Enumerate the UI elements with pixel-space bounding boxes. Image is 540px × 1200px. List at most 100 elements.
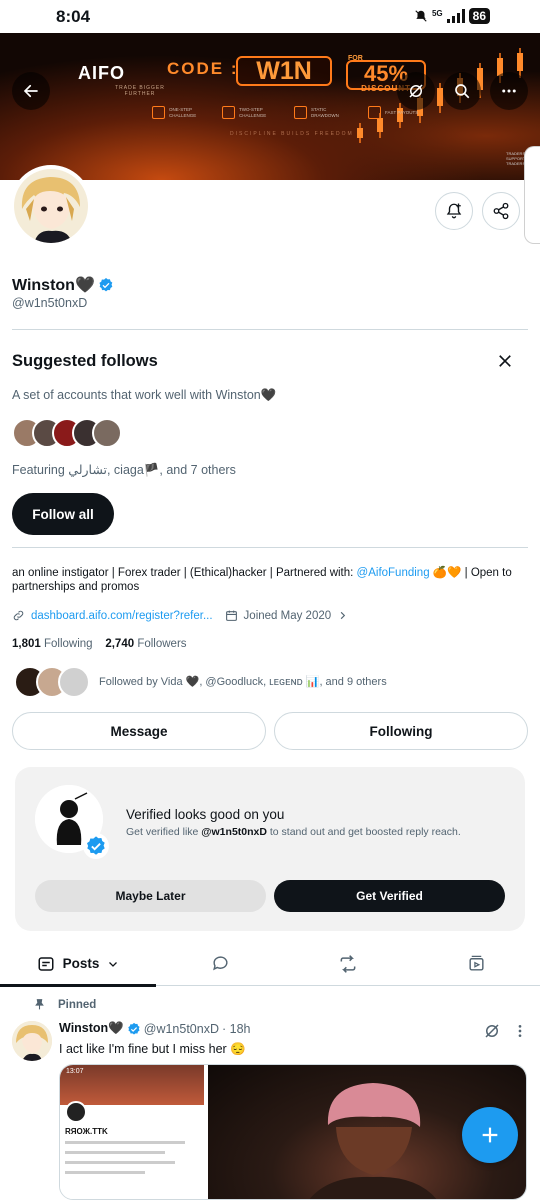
verified-badge-icon: [127, 1022, 141, 1036]
post-author-name[interactable]: Winston🖤: [59, 1021, 124, 1036]
banner-logo: AIFO: [78, 63, 125, 84]
verified-promo-subtitle: Get verified like @w1n5t0nxD to stand ou…: [126, 826, 461, 838]
get-verified-button[interactable]: Get Verified: [274, 880, 505, 912]
thumb-name: RЯOЖ.TTK: [65, 1127, 108, 1136]
message-button[interactable]: Message: [12, 712, 266, 750]
profile-joined-date: Joined May 2020: [244, 610, 332, 622]
status-time: 8:04: [56, 7, 90, 27]
thumb-line: [65, 1141, 185, 1144]
follow-all-button[interactable]: Follow all: [12, 493, 114, 535]
profile-meta: dashboard.aifo.com/register?refer... Joi…: [12, 609, 348, 622]
close-icon[interactable]: [496, 352, 514, 370]
profile-handle: @w1n5t0nxD: [12, 296, 87, 310]
profile-website-link[interactable]: dashboard.aifo.com/register?refer...: [31, 610, 213, 622]
more-button[interactable]: [490, 72, 528, 110]
reply-icon: [211, 954, 230, 973]
bell-plus-icon: [445, 202, 463, 220]
pin-icon: [33, 998, 46, 1011]
network-label: 5G: [432, 9, 443, 18]
profile-avatar[interactable]: [10, 165, 92, 247]
verified-promo-title: Verified looks good on you: [126, 807, 284, 822]
suggested-follows-title: Suggested follows: [12, 352, 158, 371]
banner-feature: ONE-STEP CHALLENGE: [152, 106, 212, 119]
scrollbar[interactable]: [524, 146, 540, 244]
suggested-featuring[interactable]: Featuring تشارلي, ciaga🏴, and 7 others: [12, 462, 236, 478]
avatar-illustration: [14, 169, 88, 243]
pinned-label: Pinned: [33, 998, 96, 1011]
banner-code: W1N: [236, 56, 332, 86]
followed-by-text[interactable]: Followed by Vida 🖤, @Goodluck, ʟᴇɢᴇɴᴅ 📊,…: [99, 675, 387, 688]
verified-promo-card: Verified looks good on you Get verified …: [15, 767, 525, 931]
tab-posts[interactable]: Posts: [0, 941, 156, 986]
divider: [12, 547, 528, 548]
grok-button[interactable]: [397, 72, 435, 110]
thumb-time: 13:07: [66, 1068, 84, 1075]
status-bar: 8:04 5G 86: [0, 0, 540, 33]
grok-icon: [407, 82, 425, 100]
banner-feature: STATIC DRAWDOWN: [294, 106, 354, 119]
banner-logo-tagline: TRADE BIGGER FURTHER: [110, 85, 170, 97]
chevron-down-icon: [107, 958, 119, 970]
tab-posts-label: Posts: [63, 956, 100, 971]
tab-reposts[interactable]: [284, 941, 412, 986]
media-icon: [467, 954, 486, 973]
verified-badge-icon: [85, 835, 107, 857]
arrow-left-icon: [22, 82, 40, 100]
posts-icon: [37, 955, 55, 973]
thumb-avatar: [65, 1101, 87, 1123]
verified-check-badge: [83, 833, 109, 859]
bio-mention-link[interactable]: @AifoFunding: [357, 567, 430, 579]
thumb-line: [65, 1151, 165, 1154]
following-count-link[interactable]: 1,801 Following: [12, 638, 93, 650]
post-time: · 18h: [222, 1022, 251, 1036]
share-icon: [492, 202, 510, 220]
post-media-screenshot[interactable]: 13:07 RЯOЖ.TTK: [60, 1065, 208, 1199]
grok-icon[interactable]: [483, 1022, 501, 1040]
follow-counts: 1,801 Following 2,740 Followers: [12, 638, 187, 650]
calendar-icon: [225, 609, 238, 622]
plus-icon: [479, 1124, 501, 1146]
battery-indicator: 86: [469, 8, 490, 24]
banner-code-label: CODE :: [167, 59, 239, 79]
post-author-avatar[interactable]: [12, 1021, 52, 1061]
link-icon: [12, 609, 25, 622]
divider: [12, 329, 528, 330]
status-icons: 5G 86: [414, 8, 490, 24]
share-button[interactable]: [482, 192, 520, 230]
profile-tabs: Posts: [0, 941, 540, 986]
chevron-right-icon[interactable]: [337, 610, 348, 621]
back-button[interactable]: [12, 72, 50, 110]
post-text: I act like I'm fine but I miss her 😔: [59, 1042, 246, 1057]
signal-icon: [447, 9, 465, 23]
thumb-line: [65, 1171, 145, 1174]
followed-by-avatars[interactable]: [14, 666, 80, 698]
profile-banner[interactable]: AIFO TRADE BIGGER FURTHER CODE : W1N FOR…: [0, 33, 540, 180]
post-author-handle: @w1n5t0nxD: [144, 1022, 219, 1036]
tab-media[interactable]: [412, 941, 540, 986]
more-icon: [500, 82, 518, 100]
verified-badge-icon[interactable]: [98, 277, 114, 293]
search-icon: [453, 82, 471, 100]
post-media[interactable]: 13:07 RЯOЖ.TTK: [59, 1064, 527, 1200]
compose-button[interactable]: [462, 1107, 518, 1163]
post-header: Winston🖤 @w1n5t0nxD · 18h: [59, 1021, 250, 1036]
suggested-follows-description: A set of accounts that work well with Wi…: [12, 388, 276, 403]
notifications-button[interactable]: [435, 192, 473, 230]
profile-name: Winston🖤: [12, 275, 114, 295]
mute-icon: [414, 9, 428, 23]
followers-count-link[interactable]: 2,740 Followers: [105, 638, 186, 650]
avatar-illustration: [12, 1021, 52, 1061]
search-button[interactable]: [443, 72, 481, 110]
active-tab-indicator: [0, 984, 156, 987]
profile-bio: an online instigator | Forex trader | (E…: [12, 566, 528, 594]
tab-replies[interactable]: [156, 941, 284, 986]
repost-icon: [338, 954, 358, 974]
thumb-line: [65, 1161, 175, 1164]
followed-by-avatar: [58, 666, 90, 698]
suggested-avatars[interactable]: [12, 418, 112, 448]
post-more-icon[interactable]: [512, 1022, 528, 1040]
following-button[interactable]: Following: [274, 712, 528, 750]
banner-feature: TWO-STEP CHALLENGE: [222, 106, 282, 119]
banner-tagline: DISCIPLINE BUILDS FREEDOM: [230, 131, 354, 137]
maybe-later-button[interactable]: Maybe Later: [35, 880, 266, 912]
